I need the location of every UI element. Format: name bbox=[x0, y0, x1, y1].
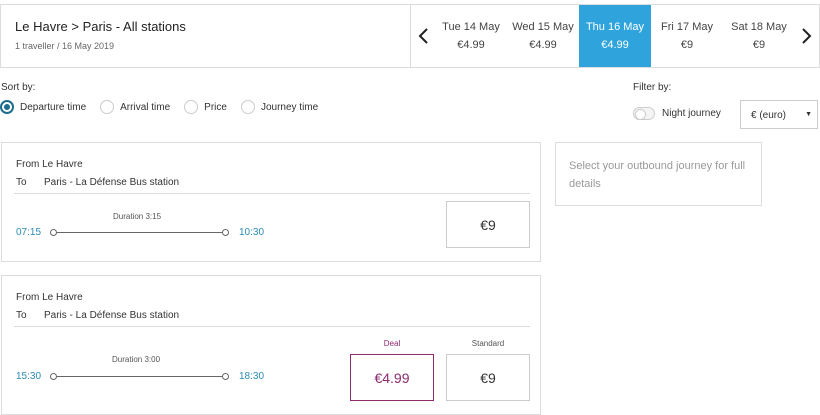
sort-option-label: Price bbox=[204, 101, 227, 113]
divider bbox=[14, 193, 530, 194]
sort-arrival-time[interactable]: Arrival time bbox=[100, 100, 170, 114]
date-tab-label: Tue 14 May bbox=[442, 21, 500, 33]
chevron-left-icon[interactable] bbox=[411, 5, 435, 67]
timeline bbox=[57, 376, 223, 377]
arrival-dot-icon bbox=[222, 373, 229, 380]
date-tab-fri-17[interactable]: Fri 17 May €9 bbox=[651, 5, 723, 67]
divider bbox=[14, 326, 530, 327]
timeline bbox=[57, 232, 223, 233]
date-tab-sat-18[interactable]: Sat 18 May €9 bbox=[723, 5, 795, 67]
date-tab-tue-14[interactable]: Tue 14 May €4.99 bbox=[435, 5, 507, 67]
from-line: From Le Havre bbox=[16, 159, 83, 170]
from-label: From bbox=[16, 292, 40, 303]
sort-option-label: Arrival time bbox=[120, 101, 171, 113]
price-value: €9 bbox=[480, 369, 496, 386]
details-placeholder-text: Select your outbound journey for full de… bbox=[569, 160, 746, 190]
departure-time: 15:30 bbox=[16, 371, 42, 382]
caret-down-icon: ▼ bbox=[805, 111, 812, 118]
sort-by-label: Sort by: bbox=[1, 82, 36, 93]
date-tab-label: Thu 16 May bbox=[585, 21, 645, 33]
sort-option-label: Departure time bbox=[20, 101, 87, 113]
date-tab-price: €9 bbox=[752, 39, 766, 51]
night-journey-toggle[interactable] bbox=[633, 107, 655, 120]
journey-details-panel: Select your outbound journey for full de… bbox=[555, 142, 762, 206]
duration: Duration 3:00 bbox=[112, 355, 161, 364]
radio-selected-icon[interactable] bbox=[0, 100, 14, 114]
duration: Duration 3:15 bbox=[113, 212, 162, 221]
date-tab-price: €4.99 bbox=[457, 39, 485, 51]
date-strip: Tue 14 May €4.99 Wed 15 May €4.99 Thu 16… bbox=[410, 5, 820, 67]
from-label: From bbox=[16, 159, 40, 170]
price-value: €9 bbox=[480, 216, 496, 233]
standard-price-button[interactable]: €9 bbox=[446, 201, 530, 248]
sort-options: Departure time Arrival time Price Journe… bbox=[0, 100, 332, 114]
date-tab-label: Sat 18 May bbox=[731, 21, 787, 33]
to-label: To bbox=[16, 177, 27, 188]
chevron-right-icon[interactable] bbox=[795, 5, 819, 67]
search-header: Le Havre > Paris - All stations 1 travel… bbox=[0, 4, 820, 68]
from-station: Le Havre bbox=[42, 159, 83, 170]
journey-card[interactable]: From Le Havre To Paris - La Défense Bus … bbox=[1, 275, 541, 415]
standard-label: Standard bbox=[471, 339, 505, 348]
from-line: From Le Havre bbox=[16, 292, 83, 303]
departure-time: 07:15 bbox=[16, 227, 42, 238]
radio-icon[interactable] bbox=[100, 100, 115, 114]
date-tab-price: €9 bbox=[680, 39, 694, 51]
radio-icon[interactable] bbox=[240, 100, 255, 114]
date-tab-label: Wed 15 May bbox=[512, 21, 574, 33]
sort-departure-time[interactable]: Departure time bbox=[0, 100, 86, 114]
to-label: To bbox=[16, 310, 27, 321]
arrival-dot-icon bbox=[222, 229, 229, 236]
date-tab-label: Fri 17 May bbox=[661, 21, 713, 33]
to-station: Paris - La Défense Bus station bbox=[44, 310, 180, 321]
deal-price-button[interactable]: €4.99 bbox=[350, 354, 434, 401]
sort-journey-time[interactable]: Journey time bbox=[240, 100, 319, 114]
date-tab-wed-15[interactable]: Wed 15 May €4.99 bbox=[507, 5, 579, 67]
departure-dot-icon bbox=[50, 373, 57, 380]
radio-icon[interactable] bbox=[184, 100, 199, 114]
currency-select[interactable]: € (euro) ▼ bbox=[740, 100, 818, 129]
route-subtitle: 1 traveller / 16 May 2019 bbox=[15, 41, 115, 51]
night-journey-label: Night journey bbox=[662, 108, 721, 119]
route-title: Le Havre > Paris - All stations bbox=[15, 19, 186, 34]
currency-value: € (euro) bbox=[751, 110, 787, 121]
arrival-time: 10:30 bbox=[239, 227, 265, 238]
filter-by-label: Filter by: bbox=[633, 82, 672, 93]
standard-price-button[interactable]: €9 bbox=[446, 354, 530, 401]
sort-price[interactable]: Price bbox=[184, 100, 227, 114]
journey-card[interactable]: From Le Havre To Paris - La Défense Bus … bbox=[1, 142, 541, 262]
departure-dot-icon bbox=[50, 229, 57, 236]
price-value: €4.99 bbox=[374, 369, 410, 386]
date-tab-price: €4.99 bbox=[529, 39, 557, 51]
arrival-time: 18:30 bbox=[239, 371, 265, 382]
date-tab-price: €4.99 bbox=[601, 39, 629, 51]
to-station: Paris - La Défense Bus station bbox=[44, 177, 180, 188]
sort-option-label: Journey time bbox=[260, 101, 319, 113]
from-station: Le Havre bbox=[42, 292, 83, 303]
date-tab-thu-16[interactable]: Thu 16 May €4.99 bbox=[579, 5, 651, 67]
deal-label: Deal bbox=[383, 339, 401, 348]
